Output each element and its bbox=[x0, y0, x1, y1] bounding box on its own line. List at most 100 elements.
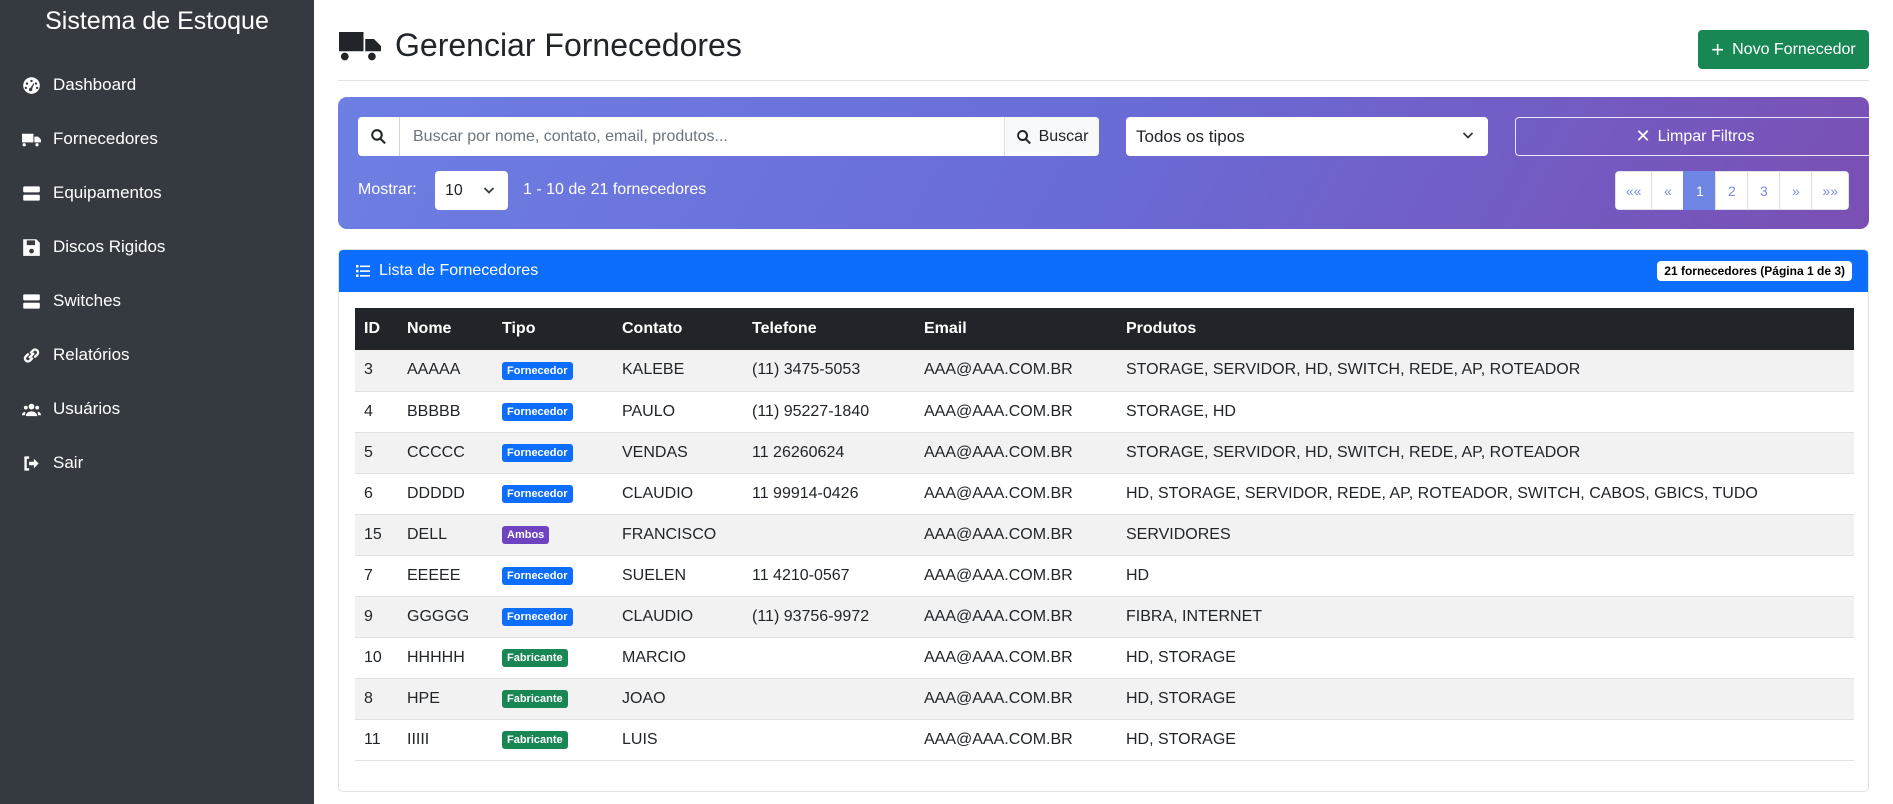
page-last-button[interactable]: »» bbox=[1811, 171, 1849, 210]
cell-produtos: STORAGE, HD bbox=[1117, 391, 1854, 433]
sidebar-item-label: Discos Rigidos bbox=[53, 237, 166, 256]
clear-filters-label: Limpar Filtros bbox=[1657, 127, 1755, 145]
sidebar-item-discos-rigidos[interactable]: Discos Rigidos bbox=[0, 220, 314, 274]
cell-email: AAA@AAA.COM.BR bbox=[915, 432, 1117, 474]
type-badge: Fornecedor bbox=[502, 566, 573, 586]
cell-nome: DELL bbox=[398, 514, 493, 556]
save-icon bbox=[20, 236, 42, 258]
cell-email: AAA@AAA.COM.BR bbox=[915, 391, 1117, 433]
cell-contato: VENDAS bbox=[613, 432, 743, 474]
cell-tipo: Fabricante bbox=[493, 637, 613, 679]
search-button[interactable]: Buscar bbox=[1004, 117, 1099, 156]
cell-email: AAA@AAA.COM.BR bbox=[915, 473, 1117, 515]
table-header-row: ID Nome Tipo Contato Telefone Email Prod… bbox=[355, 308, 1854, 350]
page-next-button[interactable]: » bbox=[1779, 171, 1813, 210]
sidebar-item-relatorios[interactable]: Relatórios bbox=[0, 328, 314, 382]
cell-tipo: Fornecedor bbox=[493, 596, 613, 638]
type-filter-select[interactable]: Todos os tipos bbox=[1126, 117, 1488, 156]
table-row[interactable]: 6 DDDDD Fornecedor CLAUDIO 11 99914-0426 AAA@… bbox=[355, 473, 1854, 515]
cell-email: AAA@AAA.COM.BR bbox=[915, 678, 1117, 720]
table-row[interactable]: 5 CCCCC Fornecedor VENDAS 11 26260624 AAA@AAA… bbox=[355, 432, 1854, 474]
cell-tipo: Fabricante bbox=[493, 719, 613, 761]
sidebar-item-dashboard[interactable]: Dashboard bbox=[0, 58, 314, 112]
brand-title: Sistema de Estoque bbox=[45, 7, 269, 35]
cell-produtos: FIBRA, INTERNET bbox=[1117, 596, 1854, 638]
type-badge: Ambos bbox=[502, 525, 550, 545]
per-page-select[interactable]: 10 bbox=[435, 171, 508, 210]
cell-email: AAA@AAA.COM.BR bbox=[915, 596, 1117, 638]
sidebar: Sistema de Estoque Dashboard Fornecedore… bbox=[0, 0, 314, 804]
truck-icon bbox=[20, 128, 42, 150]
sign-out-icon bbox=[20, 452, 42, 474]
server-icon bbox=[20, 182, 42, 204]
dashboard-icon bbox=[20, 74, 42, 96]
table-row[interactable]: 9 GGGGG Fornecedor CLAUDIO (11) 93756-9972 AA… bbox=[355, 596, 1854, 638]
search-input[interactable] bbox=[400, 117, 1004, 156]
table-body: 3 AAAAA Fornecedor KALEBE (11) 3475-5053 AAA@… bbox=[355, 350, 1854, 761]
server-icon bbox=[20, 290, 42, 312]
cell-produtos: STORAGE, SERVIDOR, HD, SWITCH, REDE, AP,… bbox=[1117, 432, 1854, 474]
page-prev-button[interactable]: « bbox=[1651, 171, 1685, 210]
th-id: ID bbox=[355, 308, 398, 350]
cell-id: 10 bbox=[355, 637, 398, 679]
type-badge: Fabricante bbox=[502, 730, 568, 750]
page-3-button[interactable]: 3 bbox=[1747, 171, 1781, 210]
type-badge: Fornecedor bbox=[502, 607, 573, 627]
table-row[interactable]: 7 EEEEE Fornecedor SUELEN 11 4210-0567 AAA@AA… bbox=[355, 555, 1854, 597]
sidebar-item-switches[interactable]: Switches bbox=[0, 274, 314, 328]
cell-id: 4 bbox=[355, 391, 398, 433]
cell-tipo: Ambos bbox=[493, 514, 613, 556]
cell-id: 3 bbox=[355, 350, 398, 392]
sidebar-nav: Dashboard Fornecedores Equipamentos Disc… bbox=[0, 58, 314, 490]
cell-contato: LUIS bbox=[613, 719, 743, 761]
show-label: Mostrar: bbox=[358, 181, 417, 198]
filter-panel: Buscar Todos os tipos ✕ Limpar Filtros M… bbox=[338, 97, 1875, 229]
page-first-button[interactable]: «« bbox=[1614, 171, 1653, 210]
table-row[interactable]: 3 AAAAA Fornecedor KALEBE (11) 3475-5053 AAA@… bbox=[355, 350, 1854, 392]
type-badge: Fornecedor bbox=[502, 484, 573, 504]
table-row[interactable]: 11 IIIII Fabricante LUIS AAA@AAA.COM.BR HD, S… bbox=[355, 719, 1854, 761]
table-row[interactable]: 15 DELL Ambos FRANCISCO AAA@AAA.COM.BR SERVID… bbox=[355, 514, 1854, 556]
cell-tipo: Fornecedor bbox=[493, 350, 613, 392]
sidebar-item-label: Equipamentos bbox=[53, 183, 162, 202]
type-badge: Fabricante bbox=[502, 689, 568, 709]
cell-nome: IIIII bbox=[398, 719, 493, 761]
cell-produtos: STORAGE, SERVIDOR, HD, SWITCH, REDE, AP,… bbox=[1117, 350, 1854, 392]
table-row[interactable]: 10 HHHHH Fabricante MARCIO AAA@AAA.COM.BR HD,… bbox=[355, 637, 1854, 679]
cell-telefone: (11) 93756-9972 bbox=[743, 596, 915, 638]
cell-contato: SUELEN bbox=[613, 555, 743, 597]
cell-contato: KALEBE bbox=[613, 350, 743, 392]
cell-nome: EEEEE bbox=[398, 555, 493, 597]
type-badge: Fornecedor bbox=[502, 443, 573, 463]
cell-nome: BBBBB bbox=[398, 391, 493, 433]
search-group: Buscar bbox=[358, 117, 1099, 156]
cell-telefone: (11) 95227-1840 bbox=[743, 391, 915, 433]
cell-telefone: (11) 3475-5053 bbox=[743, 350, 915, 392]
cell-id: 9 bbox=[355, 596, 398, 638]
page-1-button[interactable]: 1 bbox=[1683, 171, 1717, 210]
page-2-button[interactable]: 2 bbox=[1715, 171, 1749, 210]
table-row[interactable]: 8 HPE Fabricante JOAO AAA@AAA.COM.BR HD, STOR… bbox=[355, 678, 1854, 720]
cell-tipo: Fornecedor bbox=[493, 432, 613, 474]
th-email: Email bbox=[915, 308, 1117, 350]
count-badge: 21 fornecedores (Página 1 de 3) bbox=[1657, 261, 1852, 281]
cell-produtos: HD bbox=[1117, 555, 1854, 597]
truck-icon bbox=[339, 28, 381, 64]
users-icon bbox=[20, 398, 42, 420]
cell-email: AAA@AAA.COM.BR bbox=[915, 555, 1117, 597]
th-nome: Nome bbox=[398, 308, 493, 350]
th-produtos: Produtos bbox=[1117, 308, 1854, 350]
cell-tipo: Fornecedor bbox=[493, 391, 613, 433]
cell-telefone: 11 26260624 bbox=[743, 432, 915, 474]
sidebar-item-sair[interactable]: Sair bbox=[0, 436, 314, 490]
sidebar-item-fornecedores[interactable]: Fornecedores bbox=[0, 112, 314, 166]
clear-filters-button[interactable]: ✕ Limpar Filtros bbox=[1515, 117, 1875, 156]
cell-tipo: Fornecedor bbox=[493, 555, 613, 597]
cell-nome: GGGGG bbox=[398, 596, 493, 638]
sidebar-item-equipamentos[interactable]: Equipamentos bbox=[0, 166, 314, 220]
new-supplier-button[interactable]: + Novo Fornecedor bbox=[1698, 30, 1869, 69]
per-page-value: 10 bbox=[445, 181, 463, 199]
sidebar-item-usuarios[interactable]: Usuários bbox=[0, 382, 314, 436]
table-row[interactable]: 4 BBBBB Fornecedor PAULO (11) 95227-1840 AAA@… bbox=[355, 391, 1854, 433]
cell-id: 6 bbox=[355, 473, 398, 515]
